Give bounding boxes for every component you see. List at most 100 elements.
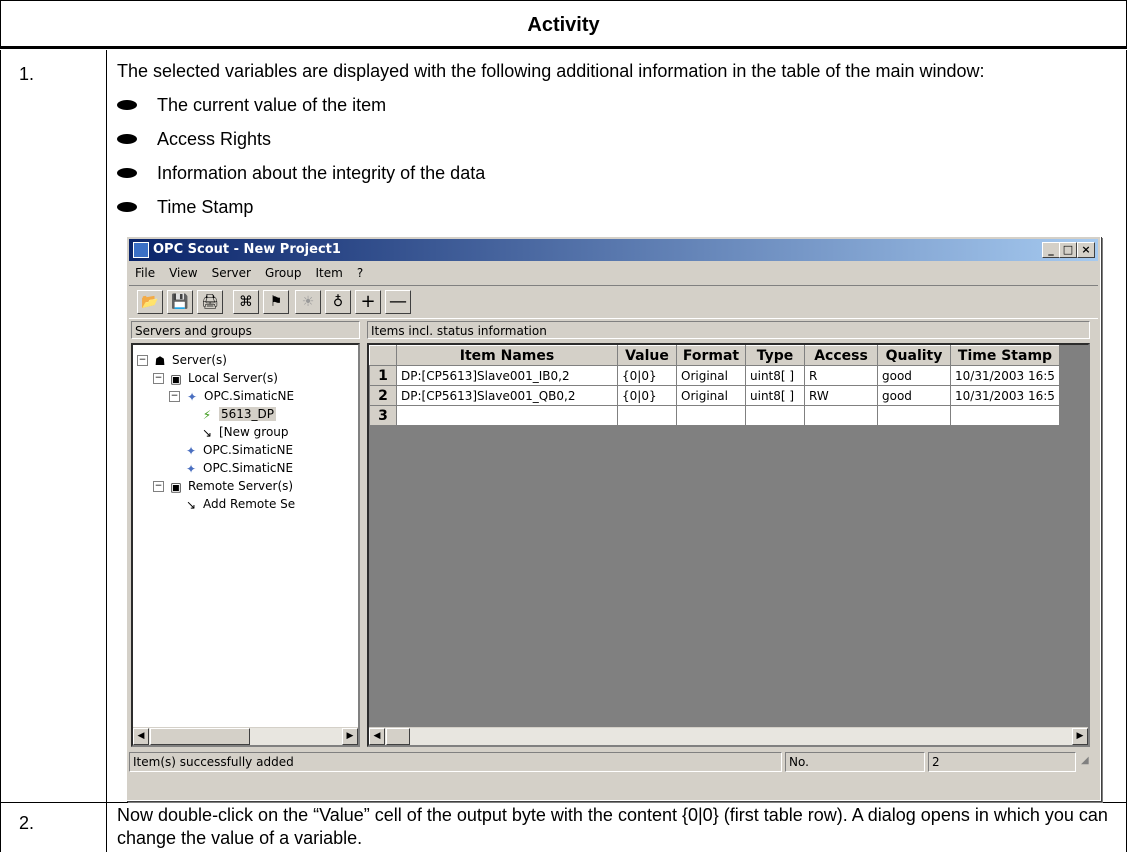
cell-value[interactable]: {0|0}	[617, 385, 677, 406]
menu-file[interactable]: File	[135, 266, 155, 280]
row-number: 1	[369, 365, 397, 386]
tree-label: Remote Server(s)	[188, 479, 294, 493]
grid-hscroll[interactable]: ◀ ▶	[369, 727, 1088, 745]
step-number-cell: 1.	[1, 50, 107, 802]
col-header-format[interactable]: Format	[676, 345, 746, 366]
cell-time-stamp[interactable]: 10/31/2003 16:5	[950, 385, 1060, 406]
cell-quality[interactable]: good	[877, 385, 951, 406]
collapse-icon[interactable]: −	[137, 355, 148, 366]
cell-format[interactable]: Original	[676, 365, 746, 386]
col-header-value[interactable]: Value	[617, 345, 677, 366]
table-row[interactable]: 1 DP:[CP5613]Slave001_IB0,2 {0|0} Origin…	[369, 365, 1060, 386]
maximize-button[interactable]: □	[1059, 242, 1077, 258]
items-grid[interactable]: Item Names Value Format Type Access Qual…	[367, 343, 1090, 747]
cell-format[interactable]: Original	[676, 385, 746, 406]
row-num-header	[369, 345, 397, 366]
scroll-thumb[interactable]	[386, 728, 410, 745]
table-row[interactable]: 3	[369, 405, 1060, 426]
open-icon[interactable]: 📂	[137, 290, 163, 314]
scroll-thumb[interactable]	[150, 728, 250, 745]
collapse-icon[interactable]: −	[153, 481, 164, 492]
cell-format[interactable]	[676, 405, 746, 426]
tree-node-opc-server-2[interactable]: ✦ OPC.SimaticNE	[183, 441, 293, 459]
col-header-access[interactable]: Access	[804, 345, 878, 366]
tree-node-servers[interactable]: − ☗ Server(s)	[137, 351, 227, 369]
cell-value[interactable]: {0|0}	[617, 365, 677, 386]
connected-server-icon: ✦	[186, 389, 198, 404]
server-icon: ✦	[185, 461, 197, 476]
col-header-type[interactable]: Type	[745, 345, 805, 366]
tree-node-new-group[interactable]: ↘ [New group	[199, 423, 289, 441]
group-icon[interactable]: ⚑	[263, 290, 289, 314]
remove-icon[interactable]: —	[385, 290, 411, 314]
tree-node-opc-server[interactable]: − ✦ OPC.SimaticNE	[169, 387, 294, 405]
step-number: 1.	[19, 64, 35, 84]
bullet-icon	[117, 134, 137, 144]
step-content: Now double-click on the “Value” cell of …	[117, 805, 1108, 848]
cell-time-stamp[interactable]	[950, 405, 1060, 426]
bullet-text: Time Stamp	[157, 197, 254, 217]
status-no-label: No.	[785, 752, 925, 772]
tree-node-remote-servers[interactable]: − ▣ Remote Server(s)	[153, 477, 293, 495]
scroll-right-icon[interactable]: ▶	[342, 728, 358, 745]
save-icon[interactable]: 💾	[167, 290, 193, 314]
menu-item[interactable]: Item	[315, 266, 342, 280]
collapse-icon[interactable]: −	[153, 373, 164, 384]
tree-hscroll[interactable]: ◀ ▶	[133, 727, 358, 745]
computer-icon: ▣	[170, 371, 182, 386]
col-header-time-stamp[interactable]: Time Stamp	[950, 345, 1060, 366]
step-number: 2.	[19, 813, 35, 833]
cell-value[interactable]	[617, 405, 677, 426]
server-icon[interactable]: ⌘	[233, 290, 259, 314]
cell-access[interactable]	[804, 405, 878, 426]
scroll-left-icon[interactable]: ◀	[133, 728, 149, 745]
bullet-icon	[117, 202, 137, 212]
bullet-item: The current value of the item	[117, 92, 1114, 118]
col-header-item-names[interactable]: Item Names	[396, 345, 618, 366]
menu-help[interactable]: ?	[357, 266, 363, 280]
cell-type[interactable]: uint8[ ]	[745, 385, 805, 406]
close-button[interactable]: ×	[1077, 242, 1095, 258]
table-row[interactable]: 2 DP:[CP5613]Slave001_QB0,2 {0|0} Origin…	[369, 385, 1060, 406]
cell-access[interactable]: RW	[804, 385, 878, 406]
menu-view[interactable]: View	[169, 266, 197, 280]
resize-grip-icon[interactable]: ◢	[1078, 752, 1096, 772]
items-table: Item Names Value Format Type Access Qual…	[369, 345, 1060, 426]
cell-type[interactable]: uint8[ ]	[745, 365, 805, 386]
cell-item-name[interactable]	[396, 405, 618, 426]
menu-group[interactable]: Group	[265, 266, 302, 280]
tree-node-group-5613[interactable]: ⚡ 5613_DP	[199, 405, 277, 423]
cell-time-stamp[interactable]: 10/31/2003 16:5	[950, 365, 1060, 386]
add-remote-icon: ↘	[185, 497, 197, 512]
col-header-quality[interactable]: Quality	[877, 345, 951, 366]
tree-label: Server(s)	[172, 353, 227, 367]
add-icon[interactable]: +	[355, 290, 381, 314]
cell-item-name[interactable]: DP:[CP5613]Slave001_QB0,2	[396, 385, 618, 406]
print-icon[interactable]: 🖨	[197, 290, 223, 314]
cell-quality[interactable]: good	[877, 365, 951, 386]
tree-node-opc-server-3[interactable]: ✦ OPC.SimaticNE	[183, 459, 293, 477]
minimize-button[interactable]: _	[1042, 242, 1060, 258]
bullet-item: Access Rights	[117, 126, 1114, 152]
bulb-icon[interactable]: ♁	[325, 290, 351, 314]
cell-item-name[interactable]: DP:[CP5613]Slave001_IB0,2	[396, 365, 618, 386]
menu-server[interactable]: Server	[212, 266, 251, 280]
tree-label: OPC.SimaticNE	[203, 461, 294, 475]
tree-node-add-remote[interactable]: ↘ Add Remote Se	[183, 495, 295, 513]
tree-node-local-servers[interactable]: − ▣ Local Server(s)	[153, 369, 278, 387]
cell-quality[interactable]	[877, 405, 951, 426]
bullet-text: Information about the integrity of the d…	[157, 163, 486, 183]
scroll-left-icon[interactable]: ◀	[369, 728, 385, 745]
server-tree[interactable]: − ☗ Server(s) − ▣ Local Server(s) − ✦ OPC.Sima…	[131, 343, 360, 747]
tree-label: [New group	[219, 425, 289, 439]
bullet-text: The current value of the item	[157, 95, 387, 115]
collapse-icon[interactable]: −	[169, 391, 180, 402]
monitor-icon[interactable]: ☀	[295, 290, 321, 314]
bullet-item: Time Stamp	[117, 194, 1114, 220]
scroll-right-icon[interactable]: ▶	[1072, 728, 1088, 745]
left-pane-label: Servers and groups	[131, 321, 360, 339]
app-icon	[133, 242, 149, 258]
step-intro: The selected variables are displayed wit…	[117, 61, 985, 81]
cell-type[interactable]	[745, 405, 805, 426]
cell-access[interactable]: R	[804, 365, 878, 386]
